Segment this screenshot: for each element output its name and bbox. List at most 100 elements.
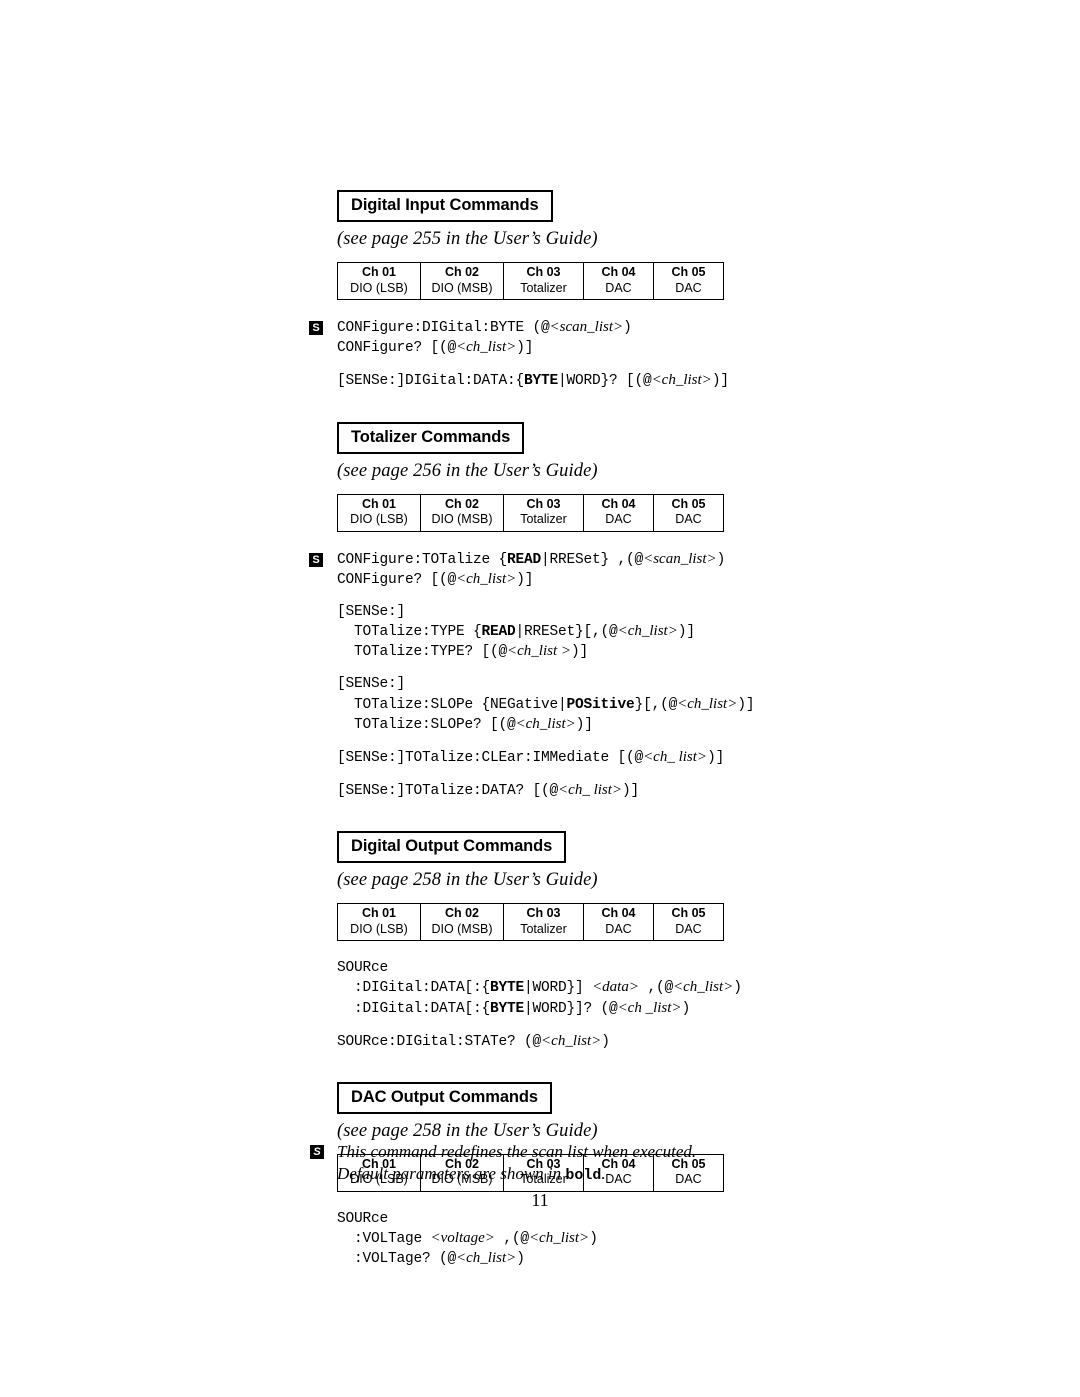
command-token: |RRESet} ,(@ bbox=[541, 551, 644, 568]
command-section: Digital Output Commands (see page 258 in … bbox=[337, 831, 997, 1052]
channel-number: Ch 05 bbox=[671, 906, 706, 921]
channel-function: DIO (MSB) bbox=[431, 280, 493, 295]
command-block: SOURce :DIGital:DATA[:{BYTE|WORD}] <data… bbox=[337, 959, 997, 1018]
command-line: [SENSe:]DIGital:DATA:{BYTE|WORD}? [(@<ch… bbox=[337, 371, 997, 391]
command-token: <voltage> bbox=[430, 1230, 495, 1247]
command-token: <ch_list> bbox=[673, 979, 734, 996]
command-token: <ch_list> bbox=[515, 715, 576, 732]
command-token: <scan_list> bbox=[643, 550, 717, 567]
channel-cell: Ch 04 DAC bbox=[583, 493, 654, 532]
channel-cell: Ch 01 DIO (LSB) bbox=[337, 493, 421, 532]
scan-list-marker-icon: S bbox=[309, 552, 323, 567]
channel-function: DAC bbox=[675, 921, 702, 936]
command-token: [SENSe:] bbox=[337, 604, 406, 621]
scan-list-marker-icon: S bbox=[310, 1145, 324, 1159]
command-token: [SENSe:]DIGital:DATA:{ bbox=[337, 373, 525, 390]
channel-function: Totalizer bbox=[520, 512, 567, 527]
command-token: :VOLTage bbox=[337, 1231, 431, 1248]
section-title: Digital Output Commands bbox=[337, 831, 567, 864]
footnote-line-2-prefix: Default parameters are shown in bbox=[337, 1164, 566, 1184]
command-block: S CONFigure:TOTalize {READ|RRESet} ,(@<sc… bbox=[309, 550, 997, 590]
command-token: <ch_list> bbox=[456, 1250, 517, 1267]
command-token: READ bbox=[481, 624, 516, 641]
command-token: [SENSe:]TOTalize:CLEar:IMMediate [(@ bbox=[337, 749, 644, 766]
channel-cell: Ch 05 DAC bbox=[653, 903, 724, 942]
channel-cell: Ch 03 Totalizer bbox=[503, 903, 584, 942]
command-token: TOTalize:TYPE { bbox=[337, 624, 482, 641]
command-token: ) bbox=[516, 1251, 525, 1268]
command-line: :VOLTage <voltage> ,(@<ch_list>) bbox=[337, 1229, 997, 1249]
command-token: <ch_list> bbox=[456, 570, 517, 587]
channel-number: Ch 01 bbox=[361, 496, 397, 511]
channel-cell: Ch 04 DAC bbox=[583, 261, 654, 301]
command-block: [SENSe:]TOTalize:CLEar:IMMediate [(@<ch_… bbox=[337, 748, 997, 768]
command-line: :DIGital:DATA[:{BYTE|WORD}]? (@<ch _list… bbox=[337, 999, 997, 1019]
command-line: SOURce bbox=[337, 1210, 997, 1229]
command-line: SOURce:DIGital:STATe? (@<ch_list>) bbox=[337, 1032, 997, 1052]
command-token: TOTalize:SLOPe {NEGative| bbox=[337, 696, 567, 713]
command-token: <ch_list> bbox=[651, 372, 712, 389]
channel-number: Ch 05 bbox=[671, 496, 706, 511]
command-list: SOURce :DIGital:DATA[:{BYTE|WORD}] <data… bbox=[337, 959, 997, 1052]
channel-function: Totalizer bbox=[520, 280, 567, 295]
command-block: [SENSe:] TOTalize:SLOPe {NEGative|POSiti… bbox=[337, 675, 997, 734]
channel-cell: Ch 01 DIO (LSB) bbox=[337, 261, 421, 301]
channel-cell: Ch 03 Totalizer bbox=[503, 493, 584, 532]
channel-number: Ch 04 bbox=[601, 264, 636, 279]
command-token: <ch_list > bbox=[507, 643, 572, 660]
command-token: CONFigure:DIGital:BYTE (@ bbox=[337, 320, 550, 337]
command-token: <ch_list> bbox=[456, 339, 517, 356]
command-token: CONFigure? [(@ bbox=[337, 571, 457, 588]
channel-number: Ch 01 bbox=[361, 906, 397, 921]
channel-table: Ch 01 DIO (LSB) Ch 02 DIO (MSB) Ch 03 Totaliz… bbox=[337, 261, 724, 301]
channel-function: Totalizer bbox=[520, 921, 567, 936]
sections-container: Digital Input Commands (see page 255 in t… bbox=[309, 190, 997, 1269]
command-token: [SENSe:]TOTalize:DATA? [(@ bbox=[337, 782, 559, 799]
channel-number: Ch 02 bbox=[444, 906, 480, 921]
command-block: SOURce:DIGital:STATe? (@<ch_list>) bbox=[337, 1032, 997, 1052]
section-reference: (see page 258 in the User’s Guide) bbox=[337, 1120, 598, 1141]
command-list: SOURce :VOLTage <voltage> ,(@<ch_list>) … bbox=[337, 1210, 997, 1269]
command-token: |WORD}] bbox=[524, 980, 593, 997]
command-token: READ bbox=[507, 551, 542, 568]
command-line: CONFigure? [(@<ch_list>)] bbox=[337, 338, 997, 358]
section-reference: (see page 256 in the User’s Guide) bbox=[337, 460, 598, 481]
command-line: TOTalize:TYPE {READ|RRESet}[,(@<ch_list>… bbox=[337, 622, 997, 642]
channel-function: DIO (LSB) bbox=[350, 280, 408, 295]
command-token: <ch_ list> bbox=[643, 748, 708, 765]
command-block: [SENSe:] TOTalize:TYPE {READ|RRESet}[,(@… bbox=[337, 603, 997, 662]
command-token: }[,(@ bbox=[634, 696, 678, 713]
command-line: TOTalize:SLOPe? [(@<ch_list>)] bbox=[337, 715, 997, 735]
command-line: TOTalize:TYPE? [(@<ch_list >)] bbox=[337, 642, 997, 662]
command-token: :DIGital:DATA[:{ bbox=[337, 980, 491, 997]
command-token: ) bbox=[733, 980, 742, 997]
channel-function: DIO (MSB) bbox=[431, 921, 493, 936]
command-line: TOTalize:SLOPe {NEGative|POSitive}[,(@<c… bbox=[337, 695, 997, 715]
section-title: Totalizer Commands bbox=[337, 421, 525, 454]
command-token: :VOLTage? (@ bbox=[337, 1251, 457, 1268]
command-token: SOURce bbox=[337, 960, 389, 977]
command-token: )] bbox=[677, 624, 695, 641]
command-token: [SENSe:] bbox=[337, 676, 406, 693]
channel-cell: Ch 01 DIO (LSB) bbox=[337, 903, 421, 942]
command-line: CONFigure:DIGital:BYTE (@<scan_list>) bbox=[337, 318, 997, 338]
footnote: S This command redefines the scan list w… bbox=[310, 1141, 957, 1186]
command-list: S CONFigure:TOTalize {READ|RRESet} ,(@<sc… bbox=[309, 550, 997, 801]
command-token: |WORD}]? (@ bbox=[524, 1000, 618, 1017]
command-token: CONFigure:TOTalize { bbox=[337, 551, 508, 568]
table-row: Ch 01 DIO (LSB) Ch 02 DIO (MSB) Ch 03 Totaliz… bbox=[337, 903, 724, 942]
page-content: Digital Input Commands (see page 255 in t… bbox=[309, 190, 997, 1269]
channel-number: Ch 03 bbox=[526, 264, 561, 279]
channel-number: Ch 02 bbox=[444, 264, 480, 279]
channel-function: DIO (LSB) bbox=[350, 512, 408, 527]
command-token: SOURce bbox=[337, 1211, 389, 1227]
command-token: SOURce:DIGital:STATe? (@ bbox=[337, 1033, 542, 1050]
command-token: )] bbox=[737, 696, 755, 713]
footnote-line-1: This command redefines the scan list whe… bbox=[337, 1142, 697, 1161]
command-token: |RRESet}[,(@ bbox=[515, 624, 618, 641]
command-line: :VOLTage? (@<ch_list>) bbox=[337, 1249, 997, 1269]
channel-function: DIO (MSB) bbox=[431, 512, 493, 527]
command-token: )] bbox=[571, 644, 589, 661]
channel-function: DAC bbox=[675, 512, 702, 527]
command-line: CONFigure? [(@<ch_list>)] bbox=[337, 570, 997, 590]
